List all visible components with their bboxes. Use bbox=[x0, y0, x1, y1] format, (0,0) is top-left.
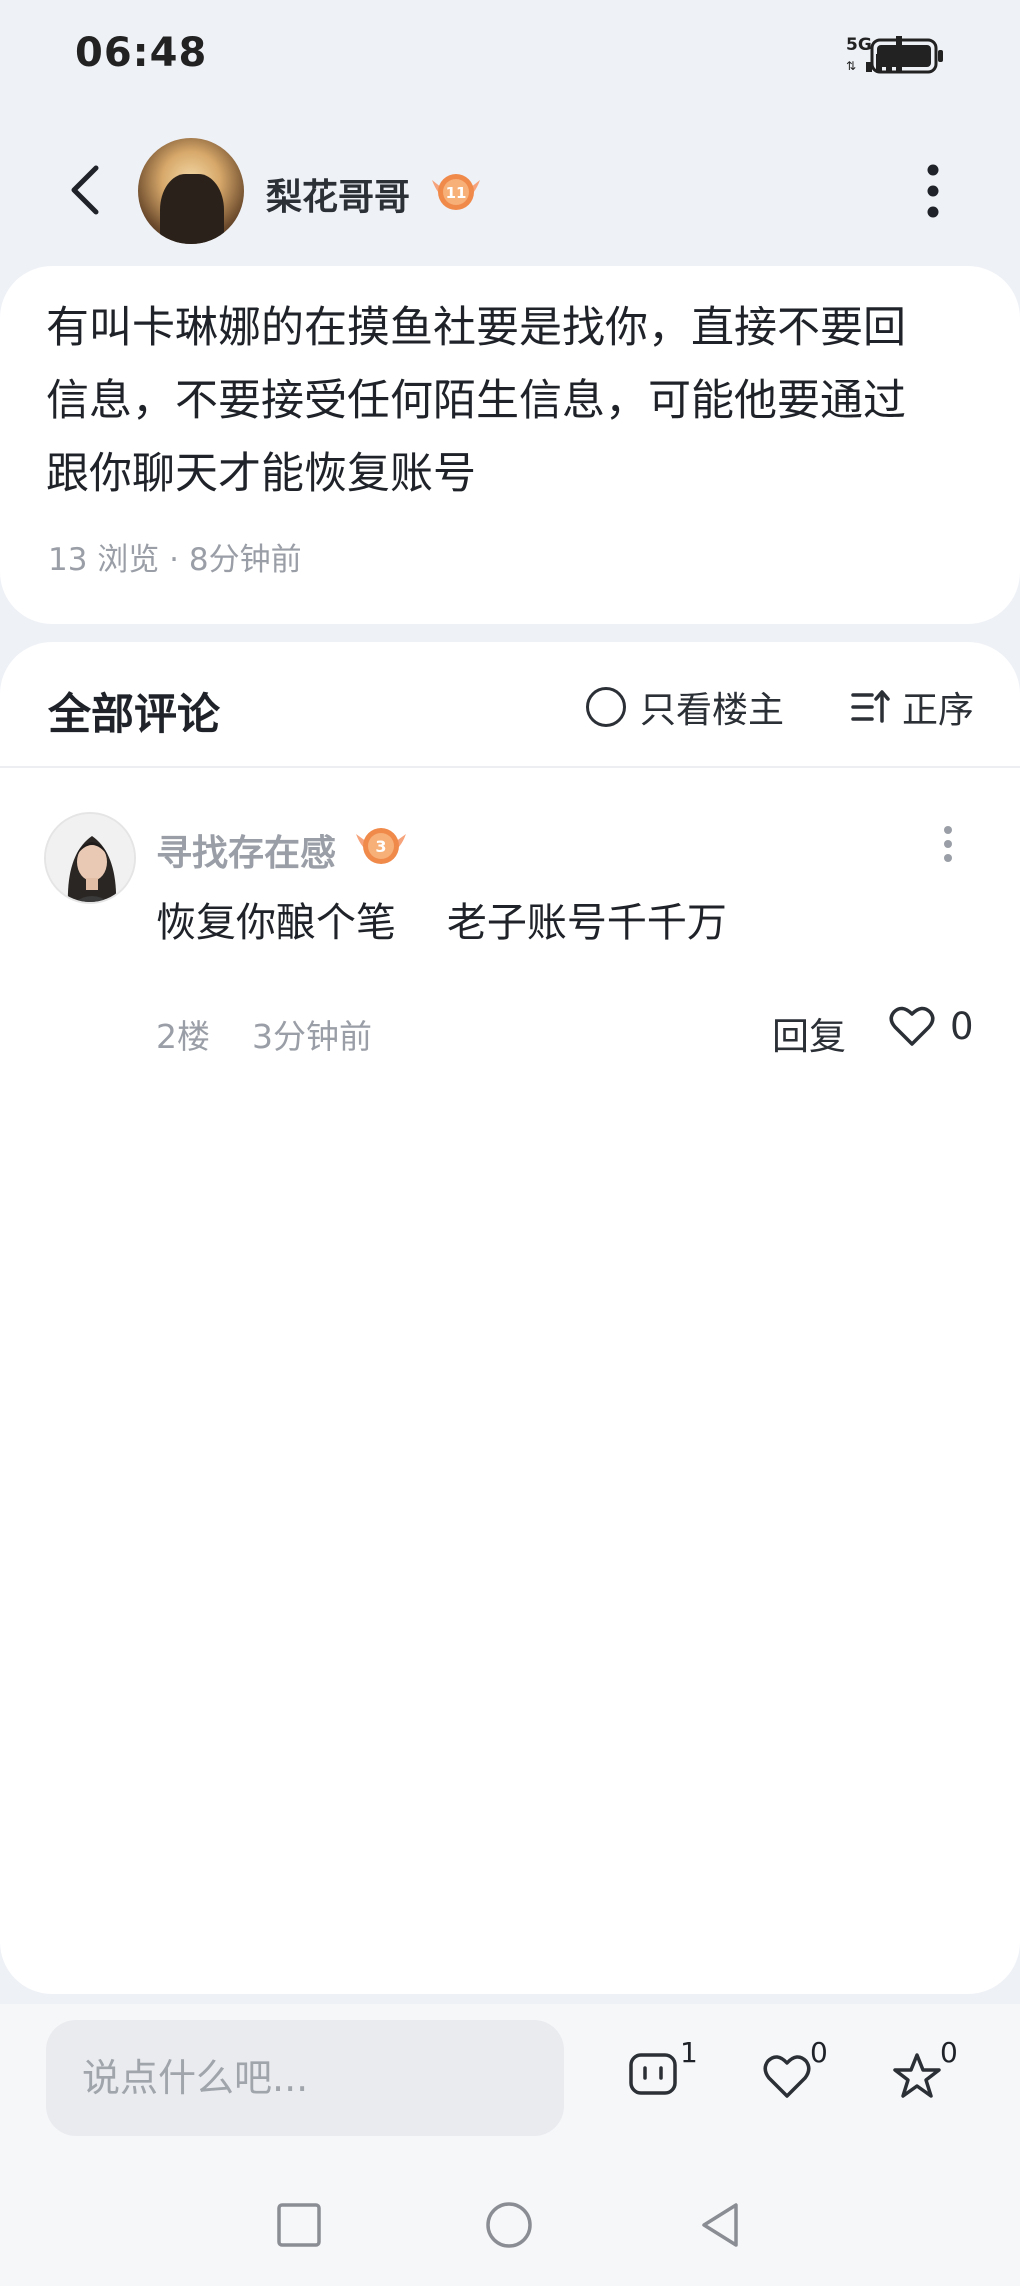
nav-recent-square-icon[interactable] bbox=[274, 2200, 324, 2250]
more-vertical-icon[interactable] bbox=[918, 160, 948, 222]
nav-home-circle-icon[interactable] bbox=[484, 2200, 534, 2250]
sort-button[interactable]: 正序 bbox=[850, 682, 974, 732]
comment-like-count: 0 bbox=[950, 1004, 974, 1048]
network-type-label: 5G bbox=[846, 35, 872, 55]
radio-circle-icon bbox=[586, 687, 626, 727]
commenter-level-text: 3 bbox=[375, 837, 386, 856]
commenter-avatar[interactable] bbox=[44, 812, 136, 904]
level-badge-icon: 11 bbox=[428, 166, 484, 216]
comments-card bbox=[0, 642, 1020, 1994]
author-level-text: 11 bbox=[446, 184, 467, 202]
comment-like-button[interactable]: 0 bbox=[888, 1004, 974, 1048]
reply-button[interactable]: 回复 bbox=[772, 1006, 846, 1060]
comment-more-icon[interactable] bbox=[936, 820, 960, 870]
comment-count: 1 bbox=[680, 2036, 698, 2069]
only-owner-label: 只看楼主 bbox=[640, 690, 785, 731]
only-owner-toggle[interactable]: 只看楼主 bbox=[586, 682, 784, 732]
level-badge-icon: 3 bbox=[352, 820, 410, 870]
author-name[interactable]: 梨花哥哥 bbox=[266, 168, 410, 220]
heart-icon bbox=[763, 2055, 811, 2098]
status-time: 06:48 bbox=[75, 30, 208, 76]
sort-label: 正序 bbox=[902, 690, 975, 731]
comment-icon bbox=[629, 2053, 677, 2095]
heart-icon bbox=[889, 1006, 935, 1046]
star-icon bbox=[893, 2053, 941, 2098]
post-body: 有叫卡琳娜的在摸鱼社要是找你，直接不要回信息，不要接受任何陌生信息，可能他要通过… bbox=[46, 303, 906, 499]
comment-button[interactable]: 1 bbox=[628, 2034, 718, 2114]
sort-icon bbox=[851, 690, 890, 723]
nav-back-triangle-icon[interactable] bbox=[696, 2200, 746, 2250]
comment-input[interactable] bbox=[46, 2020, 564, 2136]
divider bbox=[0, 766, 1020, 768]
comment-meta: 2楼 3分钟前 bbox=[156, 1017, 372, 1056]
comment-text: 恢复你酿个笔 老子账号千千万 bbox=[156, 900, 727, 946]
favorite-button[interactable]: 0 bbox=[892, 2034, 982, 2114]
author-avatar[interactable] bbox=[138, 138, 244, 244]
comments-title: 全部评论 bbox=[48, 690, 220, 740]
like-button[interactable]: 0 bbox=[762, 2034, 852, 2114]
like-count: 0 bbox=[810, 2036, 828, 2069]
commenter-name[interactable]: 寻找存在感 bbox=[156, 824, 336, 876]
favorite-count: 0 bbox=[940, 2036, 958, 2069]
back-arrow-icon[interactable] bbox=[64, 160, 108, 220]
svg-text:⇅: ⇅ bbox=[846, 59, 856, 73]
battery-icon bbox=[870, 38, 946, 74]
post-meta: 13 浏览 · 8分钟前 bbox=[48, 542, 302, 578]
